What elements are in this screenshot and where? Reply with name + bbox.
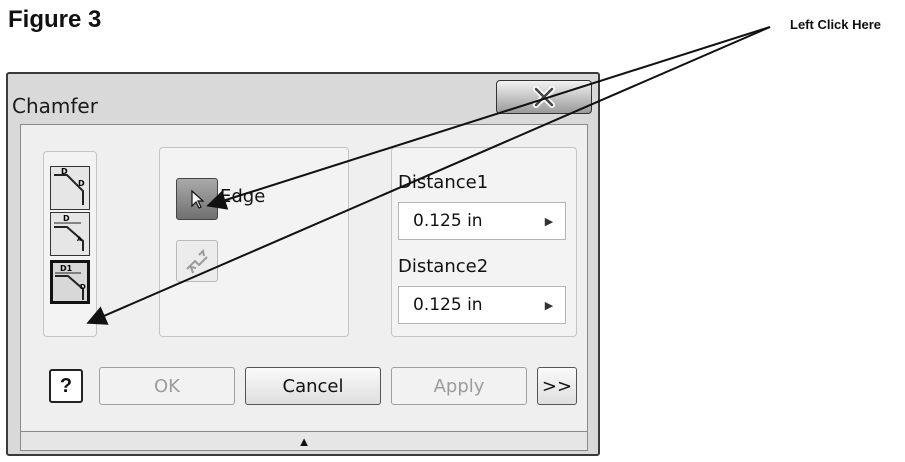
mode-distance-angle-button[interactable]: D A bbox=[50, 212, 90, 256]
edge-select-button[interactable] bbox=[176, 178, 218, 220]
chamfer-distance-angle-icon: D A bbox=[54, 214, 84, 251]
selection-group: Edge bbox=[159, 147, 349, 337]
help-button[interactable]: ? bbox=[49, 369, 83, 403]
flip-direction-icon bbox=[186, 248, 208, 274]
mode-two-distances-button[interactable]: D1 D bbox=[50, 260, 90, 304]
distance2-input[interactable] bbox=[399, 287, 534, 323]
svg-text:D: D bbox=[63, 214, 70, 223]
expand-up-icon: ▲ bbox=[297, 433, 311, 449]
apply-button[interactable]: Apply bbox=[391, 367, 527, 405]
help-icon: ? bbox=[59, 374, 73, 397]
distance2-menu-arrow-icon[interactable]: ▶ bbox=[533, 287, 565, 323]
figure-title: Figure 3 bbox=[8, 6, 102, 33]
svg-text:A: A bbox=[77, 236, 82, 243]
svg-text:D: D bbox=[61, 167, 68, 176]
dialog-body: D D D A D1 D Edge Distance1 0.125 in ▶ D… bbox=[20, 124, 588, 444]
distance1-field[interactable]: ▶ bbox=[398, 202, 566, 240]
mode-distance-button[interactable]: D D bbox=[50, 166, 90, 210]
distance2-field[interactable]: ▶ bbox=[398, 286, 566, 324]
distance2-label: Distance2 bbox=[398, 256, 489, 277]
chamfer-dialog: Chamfer D D D A D1 D Edge Distance1 0.12… bbox=[6, 72, 600, 456]
chamfer-distance-icon: D D bbox=[54, 167, 85, 205]
more-button[interactable]: >> bbox=[537, 367, 577, 405]
chamfer-two-distances-icon: D1 D bbox=[55, 264, 86, 300]
close-button[interactable] bbox=[496, 80, 592, 114]
callout-label: Left Click Here bbox=[790, 17, 882, 32]
edge-label: Edge bbox=[220, 186, 266, 207]
distance1-menu-arrow-icon[interactable]: ▶ bbox=[533, 203, 565, 239]
svg-text:D: D bbox=[80, 283, 86, 291]
cancel-button[interactable]: Cancel bbox=[245, 367, 381, 405]
chamfer-method-group: D D D A D1 D bbox=[43, 151, 97, 337]
svg-text:D1: D1 bbox=[60, 264, 73, 273]
ok-button[interactable]: OK bbox=[99, 367, 235, 405]
svg-text:D: D bbox=[78, 179, 85, 188]
distance1-label: Distance1 bbox=[398, 172, 489, 193]
expand-bar[interactable]: ▲ bbox=[20, 431, 588, 451]
distance1-input[interactable] bbox=[399, 203, 534, 239]
distances-group: Distance1 ▶ Distance2 ▶ bbox=[391, 147, 577, 337]
close-icon bbox=[533, 86, 555, 108]
dialog-title: Chamfer bbox=[12, 94, 98, 118]
cursor-arrow-icon bbox=[191, 189, 205, 209]
flip-button[interactable] bbox=[176, 240, 218, 282]
